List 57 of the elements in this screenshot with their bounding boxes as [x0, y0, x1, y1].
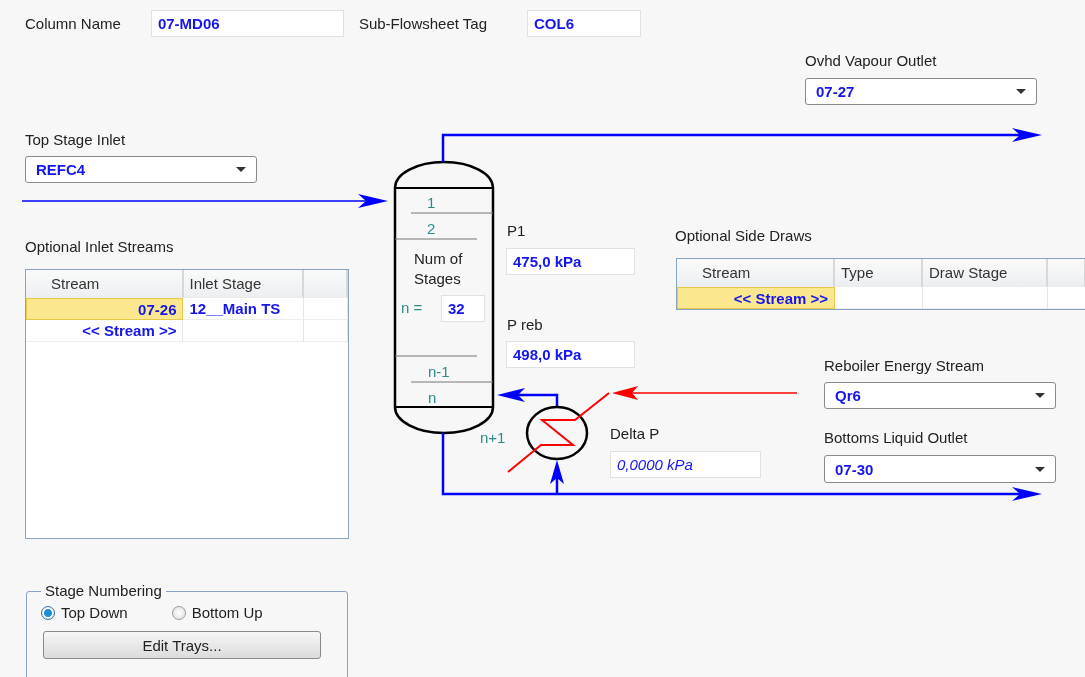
field-label: Num of Stages [414, 249, 464, 289]
table-cell[interactable]: << Stream >> [677, 287, 835, 309]
stage-label: n-1 [428, 363, 450, 381]
field-label: Bottoms Liquid Outlet [824, 429, 968, 447]
column-header [304, 270, 348, 298]
table-cell[interactable] [923, 287, 1048, 309]
column-header: Type [835, 259, 923, 287]
dropdown[interactable]: REFC4 [25, 156, 257, 183]
radio-button[interactable] [171, 606, 186, 620]
text-field[interactable]: 32 [441, 295, 485, 322]
caret-icon [236, 167, 246, 172]
stage-label: 2 [427, 220, 436, 238]
reboiler-feed-arrow [550, 460, 564, 494]
table-cell[interactable] [183, 320, 305, 342]
text-field[interactable]: 498,0 kPa [506, 341, 635, 368]
text-field[interactable]: 0,0000 kPa [610, 451, 761, 478]
column-header: Stream [26, 270, 184, 298]
field-label: Top Stage Inlet [25, 131, 127, 149]
reboiler-icon [525, 405, 589, 461]
radio-label[interactable]: Top Down [61, 604, 128, 622]
radio-button[interactable] [41, 606, 55, 620]
field-label: Column Name [25, 14, 121, 33]
field-label: Sub-Flowsheet Tag [358, 14, 487, 33]
edit-trays-button[interactable]: Edit Trays... [43, 631, 321, 659]
table-title: Optional Side Draws [675, 227, 812, 245]
text-field[interactable]: COL6 [527, 10, 641, 37]
field-label: P1 [507, 222, 526, 240]
field-label: Ovhd Vapour Outlet [805, 52, 937, 70]
text-field[interactable]: 07-MD06 [150, 10, 344, 37]
table-cell[interactable]: << Stream >> [26, 320, 184, 342]
dropdown[interactable]: 07-27 [805, 78, 1037, 105]
column-header: Stream [677, 259, 835, 287]
caret-icon [1035, 393, 1045, 398]
stage-label: n [428, 389, 437, 407]
field-label: P reb [507, 316, 543, 334]
table-cell[interactable]: 12__Main TS [183, 298, 305, 320]
text-field[interactable]: 475,0 kPa [506, 248, 635, 275]
column-header [1048, 259, 1085, 287]
dropdown[interactable]: Qr6 [824, 382, 1056, 409]
column-header: Inlet Stage [183, 270, 305, 298]
stage-label: 1 [427, 194, 436, 212]
stage-label: n+1 [480, 429, 506, 447]
group-title: Stage Numbering [44, 582, 163, 600]
column-header: Draw Stage [923, 259, 1048, 287]
field-label: Delta P [610, 425, 660, 443]
field-label: n = [401, 299, 423, 317]
caret-icon [1016, 89, 1026, 94]
table-cell[interactable] [835, 287, 923, 309]
table-title: Optional Inlet Streams [25, 238, 175, 256]
dropdown[interactable]: 07-30 [824, 455, 1056, 483]
table-cell[interactable]: 07-26 [26, 298, 184, 320]
table-cell[interactable] [304, 298, 348, 320]
radio-label[interactable]: Bottom Up [191, 604, 263, 622]
field-label: Reboiler Energy Stream [824, 357, 985, 375]
reboiler-return-arrow [497, 388, 559, 407]
table-cell[interactable] [304, 320, 348, 342]
caret-icon [1035, 466, 1045, 472]
